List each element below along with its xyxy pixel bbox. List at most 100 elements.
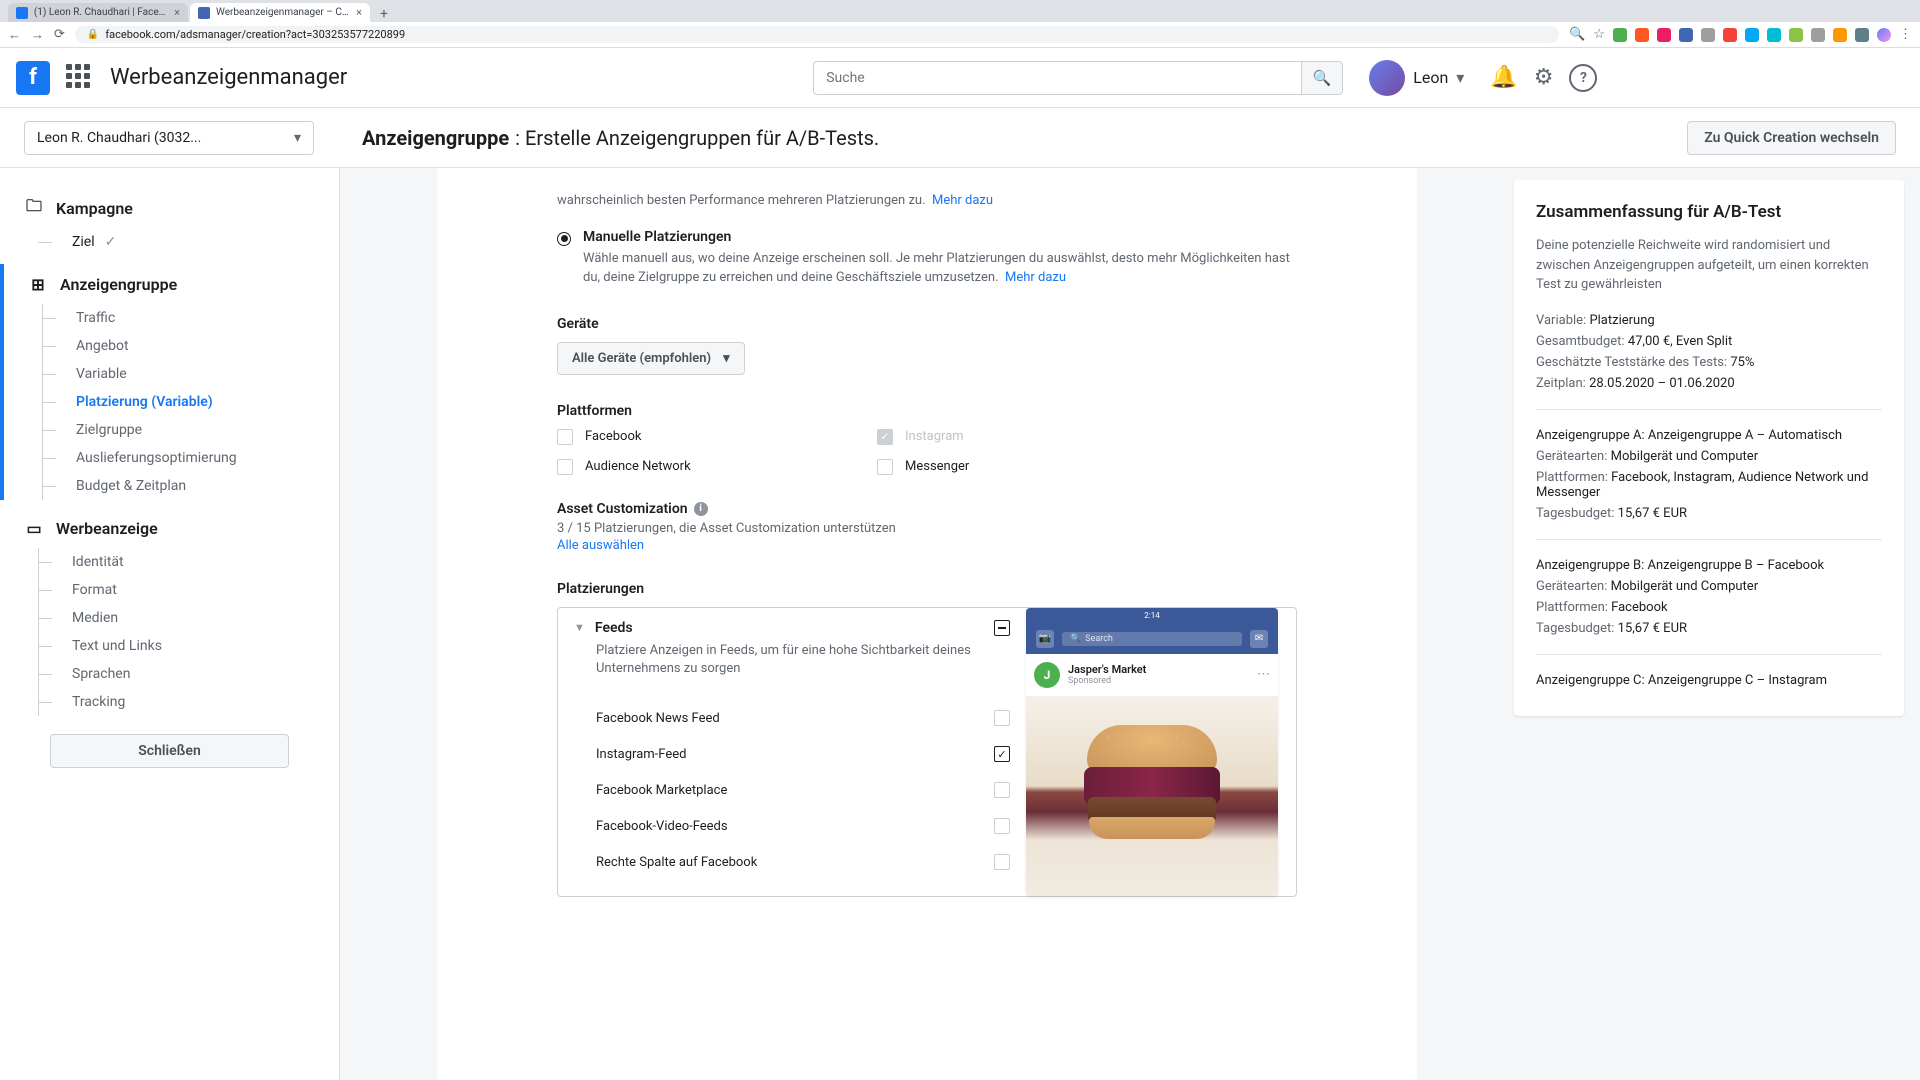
checkbox-icon[interactable] (994, 854, 1010, 870)
extension-icon[interactable] (1723, 28, 1737, 42)
learn-more-link[interactable]: Mehr dazu (932, 193, 993, 208)
nav-item-medien[interactable]: Medien (38, 604, 339, 632)
browser-tab[interactable]: (1) Leon R. Chaudhari | Facebo × (8, 3, 188, 22)
devices-dropdown[interactable]: Alle Geräte (empfohlen) ▾ (557, 342, 745, 375)
extension-icon[interactable] (1855, 28, 1869, 42)
select-all-link[interactable]: Alle auswählen (557, 538, 1297, 553)
nav-item-zielgruppe[interactable]: Zielgruppe (42, 416, 339, 444)
nav-item-budget[interactable]: Budget & Zeitplan (42, 472, 339, 500)
tab-title: Werbeanzeigenmanager – Cre (216, 7, 350, 18)
quick-creation-button[interactable]: Zu Quick Creation wechseln (1687, 121, 1896, 155)
new-tab-button[interactable]: + (372, 6, 396, 22)
facebook-logo-icon[interactable]: f (16, 61, 50, 95)
extension-icon[interactable] (1613, 28, 1627, 42)
placement-fb-video-feeds[interactable]: Facebook-Video-Feeds (558, 808, 1026, 844)
placement-right-column[interactable]: Rechte Spalte auf Facebook (558, 844, 1026, 880)
place-label: Facebook-Video-Feeds (596, 819, 994, 834)
group-a-platforms: Plattformen: Facebook, Instagram, Audien… (1536, 470, 1882, 500)
platform-messenger[interactable]: Messenger (877, 459, 1117, 475)
search-button[interactable]: 🔍 (1301, 61, 1343, 95)
nav-item-platzierung[interactable]: Platzierung (Variable) (42, 388, 339, 416)
nav-item-sprachen[interactable]: Sprachen (38, 660, 339, 688)
user-menu[interactable]: Leon ▾ (1359, 56, 1474, 100)
checkbox-icon[interactable] (877, 459, 893, 475)
extension-icon[interactable] (1657, 28, 1671, 42)
extension-icon[interactable] (1679, 28, 1693, 42)
radio-icon[interactable] (557, 232, 571, 246)
title-rest: : Erstelle Anzeigengruppen für A/B-Tests… (515, 126, 879, 150)
nav-item-tracking[interactable]: Tracking (38, 688, 339, 716)
nav-item-label: Auslieferungsoptimierung (76, 450, 237, 466)
close-button[interactable]: Schließen (50, 734, 289, 768)
nav-section-campaign: 🗀 Kampagne Ziel ✓ (0, 188, 339, 256)
close-icon[interactable]: × (356, 6, 362, 19)
profile-icon[interactable] (1877, 28, 1891, 42)
app-switcher-icon[interactable] (66, 64, 94, 92)
place-label: Instagram-Feed (596, 747, 994, 762)
checkbox-icon[interactable] (994, 818, 1010, 834)
extension-icon[interactable] (1789, 28, 1803, 42)
nav-item-label: Identität (72, 554, 124, 570)
nav-head-ad[interactable]: ▭ Werbeanzeige (0, 508, 339, 548)
nav-item-format[interactable]: Format (38, 576, 339, 604)
extension-icon[interactable] (1833, 28, 1847, 42)
nav-item-label: Ziel (72, 234, 95, 250)
nav-head-campaign[interactable]: 🗀 Kampagne (0, 188, 339, 228)
account-dropdown[interactable]: Leon R. Chaudhari (3032... ▾ (24, 121, 314, 155)
placement-instagram-feed[interactable]: Instagram-Feed✓ (558, 736, 1026, 772)
zoom-icon[interactable]: 🔍 (1569, 27, 1585, 42)
nav-item-identitaet[interactable]: Identität (38, 548, 339, 576)
browser-tab-strip: (1) Leon R. Chaudhari | Facebo × Werbean… (0, 0, 1920, 22)
menu-icon[interactable]: ⋮ (1899, 27, 1912, 42)
nav-item-traffic[interactable]: Traffic (42, 304, 339, 332)
nav-head-adset[interactable]: ⊞ Anzeigengruppe (4, 264, 339, 304)
checkbox-icon[interactable] (994, 710, 1010, 726)
manual-placement-option[interactable]: Manuelle Platzierungen Wähle manuell aus… (557, 229, 1297, 288)
checkbox-icon[interactable] (557, 459, 573, 475)
placement-preview: 2:14 📷 🔍Search ✉ J Jasper's Market Spons… (1026, 608, 1296, 896)
nav-item-label: Budget & Zeitplan (76, 478, 186, 494)
checkbox-icon[interactable]: ✓ (877, 429, 893, 445)
mixed-checkbox[interactable] (994, 620, 1010, 636)
search-input[interactable] (813, 61, 1301, 95)
checkbox-icon[interactable]: ✓ (994, 746, 1010, 762)
platform-instagram[interactable]: ✓Instagram (877, 429, 1117, 445)
platform-facebook[interactable]: Facebook (557, 429, 797, 445)
nav-item-text[interactable]: Text und Links (38, 632, 339, 660)
checkbox-icon[interactable] (994, 782, 1010, 798)
extension-icon[interactable] (1767, 28, 1781, 42)
browser-tab-active[interactable]: Werbeanzeigenmanager – Cre × (190, 3, 370, 22)
nav-item-label: Variable (76, 366, 127, 382)
reload-icon[interactable]: ⟳ (54, 27, 65, 42)
url-input[interactable]: 🔒 facebook.com/adsmanager/creation?act=3… (75, 26, 1559, 43)
info-icon[interactable]: i (694, 502, 708, 516)
extension-icon[interactable] (1745, 28, 1759, 42)
placement-fb-news-feed[interactable]: Facebook News Feed (558, 700, 1026, 736)
chevron-down-icon: ▾ (1456, 68, 1464, 87)
bell-icon[interactable]: 🔔 (1490, 65, 1517, 90)
learn-more-link[interactable]: Mehr dazu (1005, 270, 1066, 285)
close-icon[interactable]: × (174, 6, 180, 19)
nav-item-variable[interactable]: Variable (42, 360, 339, 388)
messenger-icon: ✉ (1250, 630, 1268, 648)
group-b-head: Anzeigengruppe B: Anzeigengruppe B – Fac… (1536, 558, 1882, 573)
manual-desc: Wähle manuell aus, wo deine Anzeige ersc… (583, 249, 1297, 288)
forward-icon[interactable]: → (31, 27, 44, 43)
extension-icon[interactable] (1701, 28, 1715, 42)
extension-icon[interactable] (1811, 28, 1825, 42)
extension-icon[interactable] (1635, 28, 1649, 42)
nav-item-angebot[interactable]: Angebot (42, 332, 339, 360)
post-header: J Jasper's Market Sponsored ⋯ (1026, 654, 1278, 696)
placement-fb-marketplace[interactable]: Facebook Marketplace (558, 772, 1026, 808)
nav-item-ziel[interactable]: Ziel ✓ (38, 228, 339, 256)
place-label: Facebook News Feed (596, 711, 994, 726)
caret-down-icon[interactable]: ▼ (574, 621, 585, 634)
checkbox-icon[interactable] (557, 429, 573, 445)
gear-icon[interactable]: ⚙ (1534, 65, 1554, 90)
back-icon[interactable]: ← (8, 27, 21, 43)
help-icon[interactable]: ? (1569, 64, 1597, 92)
nav-item-auslieferung[interactable]: Auslieferungsoptimierung (42, 444, 339, 472)
manual-title: Manuelle Platzierungen (583, 229, 1297, 245)
platform-audience[interactable]: Audience Network (557, 459, 797, 475)
star-icon[interactable]: ☆ (1593, 27, 1605, 42)
